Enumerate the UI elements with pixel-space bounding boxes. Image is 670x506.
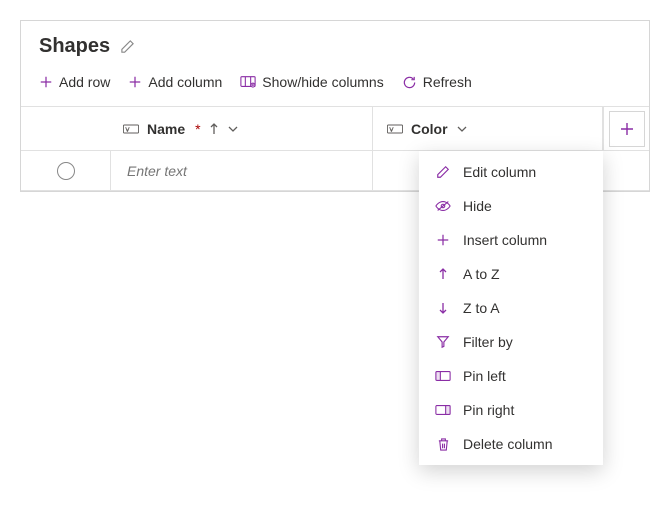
pin-left-icon xyxy=(435,370,451,382)
arrow-down-icon xyxy=(435,301,451,315)
refresh-button[interactable]: Refresh xyxy=(402,74,472,90)
column-color-label: Color xyxy=(411,121,448,137)
menu-pin-left[interactable]: Pin left xyxy=(419,359,603,393)
menu-label: Delete column xyxy=(463,436,553,452)
menu-insert-column[interactable]: Insert column xyxy=(419,223,603,257)
menu-hide[interactable]: Hide xyxy=(419,189,603,223)
menu-label: Edit column xyxy=(463,164,536,180)
sort-asc-icon xyxy=(209,122,219,136)
app-frame: Shapes Add row Add column xyxy=(20,20,650,192)
add-column-button[interactable]: Add column xyxy=(128,74,222,90)
pencil-icon xyxy=(435,165,451,179)
cell-add-spacer xyxy=(603,151,649,190)
eye-off-icon xyxy=(435,199,451,213)
menu-sort-desc[interactable]: Z to A xyxy=(419,291,603,325)
column-header-color[interactable]: Color xyxy=(373,107,603,150)
menu-label: Pin right xyxy=(463,402,514,418)
grid-header-row: Name * Color xyxy=(21,107,649,151)
row-select-cell[interactable] xyxy=(21,151,111,190)
plus-icon xyxy=(435,233,451,247)
arrow-up-icon xyxy=(435,267,451,281)
menu-label: Z to A xyxy=(463,300,500,316)
show-hide-label: Show/hide columns xyxy=(262,74,383,90)
name-input[interactable] xyxy=(125,162,372,180)
text-type-icon xyxy=(123,123,139,135)
chevron-down-icon[interactable] xyxy=(227,123,239,135)
data-grid: Name * Color xyxy=(21,106,649,191)
funnel-icon xyxy=(435,335,451,349)
menu-delete-column[interactable]: Delete column xyxy=(419,427,603,461)
add-column-header xyxy=(603,107,649,150)
refresh-icon xyxy=(402,75,417,90)
columns-icon xyxy=(240,75,256,89)
column-header-name[interactable]: Name * xyxy=(111,107,373,150)
menu-pin-right[interactable]: Pin right xyxy=(419,393,603,427)
menu-label: Filter by xyxy=(463,334,513,350)
menu-label: Insert column xyxy=(463,232,547,248)
cell-name[interactable] xyxy=(111,151,373,190)
radio-icon[interactable] xyxy=(57,162,75,180)
pin-right-icon xyxy=(435,404,451,416)
menu-label: Hide xyxy=(463,198,492,214)
add-column-plus-button[interactable] xyxy=(609,111,645,147)
plus-icon xyxy=(39,75,53,89)
column-name-label: Name xyxy=(147,121,185,137)
menu-sort-asc[interactable]: A to Z xyxy=(419,257,603,291)
add-row-button[interactable]: Add row xyxy=(39,74,110,90)
menu-edit-column[interactable]: Edit column xyxy=(419,155,603,189)
menu-label: A to Z xyxy=(463,266,500,282)
show-hide-columns-button[interactable]: Show/hide columns xyxy=(240,74,383,90)
add-row-label: Add row xyxy=(59,74,110,90)
refresh-label: Refresh xyxy=(423,74,472,90)
chevron-down-icon[interactable] xyxy=(456,123,468,135)
plus-icon xyxy=(128,75,142,89)
menu-filter[interactable]: Filter by xyxy=(419,325,603,359)
select-column-header xyxy=(21,107,111,150)
text-type-icon xyxy=(387,123,403,135)
add-column-label: Add column xyxy=(148,74,222,90)
page-title: Shapes xyxy=(39,35,110,58)
header: Shapes xyxy=(21,21,649,66)
column-context-menu: Edit column Hide Insert column xyxy=(419,151,603,465)
menu-label: Pin left xyxy=(463,368,506,384)
required-asterisk: * xyxy=(195,121,200,137)
pencil-icon[interactable] xyxy=(120,39,135,54)
trash-icon xyxy=(435,437,451,452)
toolbar: Add row Add column Show/hide columns xyxy=(21,66,649,106)
